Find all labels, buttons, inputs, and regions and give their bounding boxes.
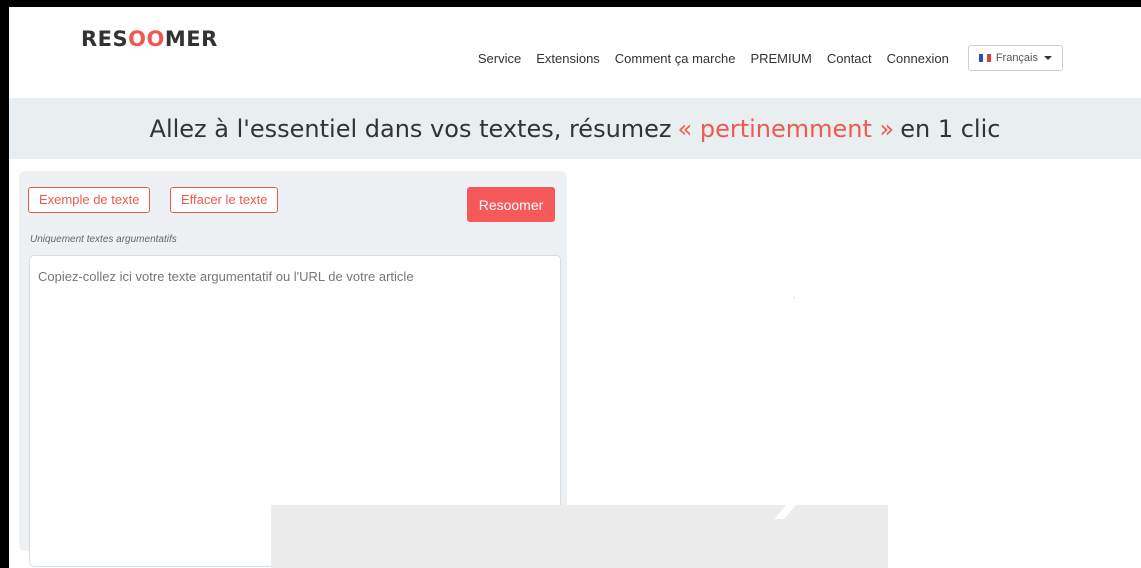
nav-extensions[interactable]: Extensions bbox=[536, 51, 600, 66]
banner-highlight: « pertinemment » bbox=[677, 114, 895, 143]
logo[interactable]: RESOOMER bbox=[81, 27, 218, 51]
language-selector[interactable]: Français bbox=[967, 45, 1063, 71]
resoomer-button[interactable]: Resoomer bbox=[467, 187, 555, 222]
stray-dot bbox=[794, 297, 795, 298]
nav-contact[interactable]: Contact bbox=[827, 51, 872, 66]
hint-text: Uniquement textes argumentatifs bbox=[30, 234, 177, 245]
logo-part-3: MER bbox=[164, 27, 218, 51]
france-flag-icon bbox=[978, 54, 991, 62]
hero-banner: Allez à l'essentiel dans vos textes, rés… bbox=[9, 98, 1141, 159]
example-text-button[interactable]: Exemple de texte bbox=[28, 187, 151, 213]
banner-text-before: Allez à l'essentiel dans vos textes, rés… bbox=[149, 114, 672, 143]
page: RESOOMER Service Extensions Comment ça m… bbox=[9, 7, 1141, 568]
caret-down-icon bbox=[1044, 56, 1052, 60]
nav-how-it-works[interactable]: Comment ça marche bbox=[615, 51, 736, 66]
overlay-banner bbox=[271, 505, 888, 568]
nav-premium[interactable]: PREMIUM bbox=[750, 51, 811, 66]
banner-text-after: en 1 clic bbox=[900, 114, 1001, 143]
logo-part-1: RES bbox=[81, 27, 129, 51]
site-header: RESOOMER Service Extensions Comment ça m… bbox=[9, 7, 1141, 98]
language-label: Français bbox=[995, 52, 1038, 64]
clear-text-button[interactable]: Effacer le texte bbox=[170, 187, 279, 213]
logo-part-2: OO bbox=[128, 27, 165, 51]
text-input-placeholder: Copiez-collez ici votre texte argumentat… bbox=[38, 269, 414, 284]
nav-service[interactable]: Service bbox=[478, 51, 521, 66]
main-nav: Service Extensions Comment ça marche PRE… bbox=[478, 45, 1141, 71]
summarizer-panel: Exemple de texte Effacer le texte Resoom… bbox=[19, 171, 567, 567]
nav-login[interactable]: Connexion bbox=[887, 51, 949, 66]
